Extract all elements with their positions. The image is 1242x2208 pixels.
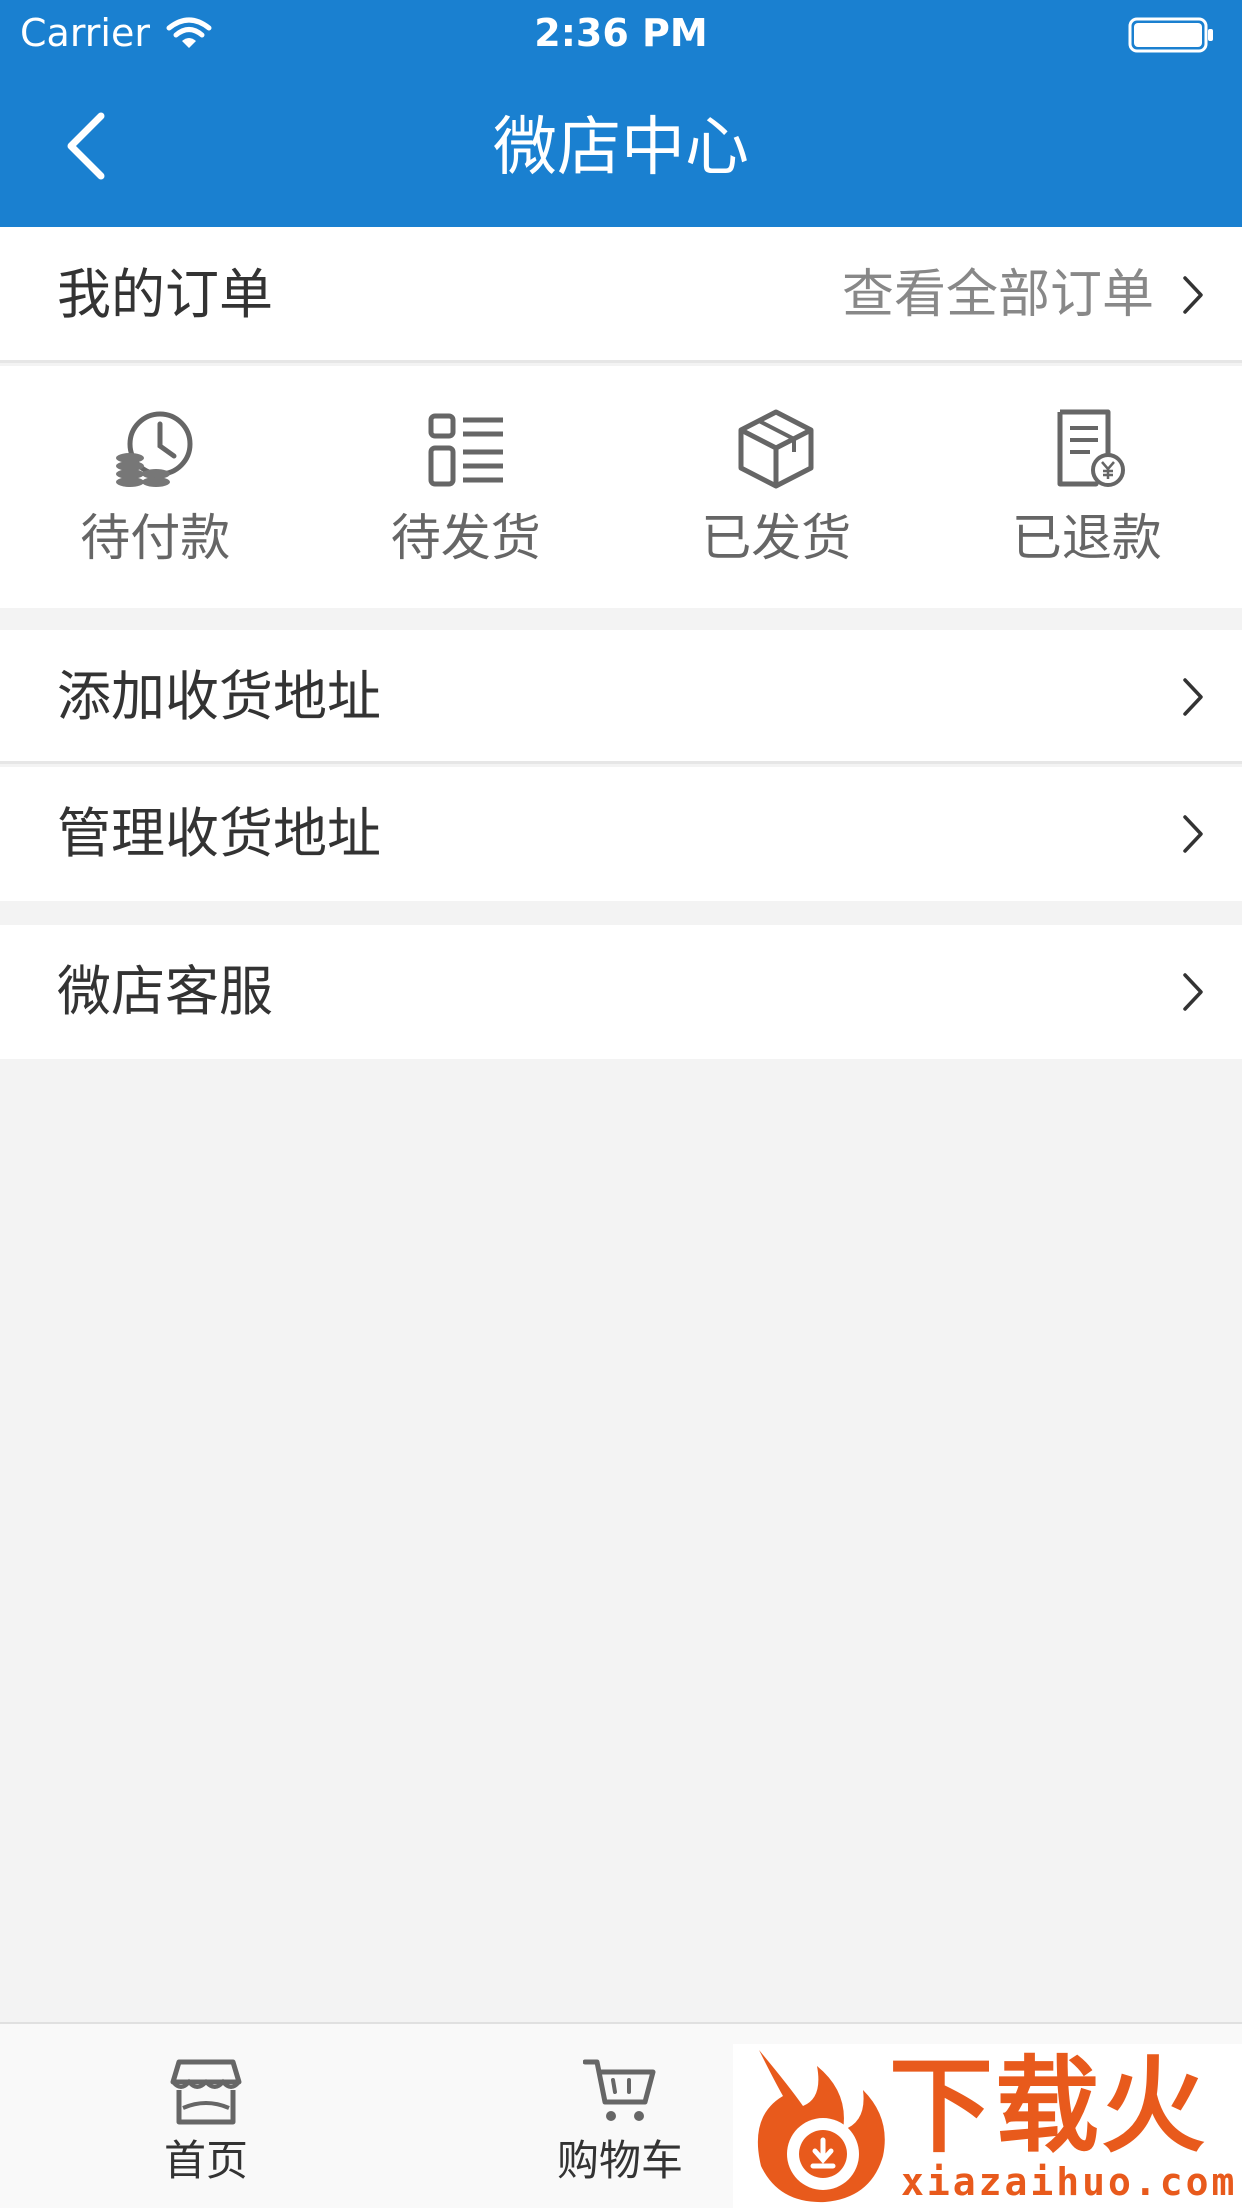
flame-logo-icon [757,2050,885,2203]
status-label: 待付款 [80,509,231,567]
header: Carrier 2:36 PM 微店中心 [0,0,1242,227]
tab-label: 购物车 [556,2136,683,2185]
status-time: 2:36 PM [534,11,708,55]
box-icon [738,409,814,489]
chevron-right-icon [1183,276,1203,314]
view-all-orders-link[interactable]: 查看全部订单 [842,264,1154,326]
status-pending-shipment[interactable]: 待发货 [311,366,622,608]
status-pending-payment[interactable]: 待付款 [0,366,311,608]
status-label: 待发货 [390,509,541,567]
status-refunded[interactable]: 已退款 [932,366,1242,608]
list-icon [428,413,503,487]
cart-icon [583,2059,656,2121]
status-label: 已发货 [701,509,852,567]
nav-bar: 微店中心 [0,66,1242,227]
manage-address-row[interactable]: 管理收货地址 [0,767,1242,901]
store-icon [170,2059,242,2125]
status-bar: Carrier 2:36 PM [0,0,1242,66]
tab-cart[interactable]: 购物车 [480,2024,760,2208]
tab-label: 首页 [163,2136,248,2185]
watermark: 下载火 xiazaihuo.com [733,2044,1242,2208]
watermark-brand: 下载火 [889,2045,1208,2167]
status-label: 已退款 [1011,509,1162,567]
watermark-url: xiazaihuo.com [901,2160,1238,2204]
my-orders-row[interactable]: 我的订单 查看全部订单 [0,227,1242,363]
manage-address-label: 管理收货地址 [57,802,381,865]
my-orders-label: 我的订单 [57,263,273,326]
tab-home[interactable]: 首页 [66,2024,346,2208]
order-status-grid: 待付款 待发货 已发货 已退款 [0,366,1242,608]
customer-service-row[interactable]: 微店客服 [0,925,1242,1059]
page-title: 微店中心 [493,111,749,185]
status-shipped[interactable]: 已发货 [621,366,932,608]
chevron-right-icon [1183,973,1203,1011]
refund-doc-icon [1057,409,1125,487]
screen: Carrier 2:36 PM 微店中心 我的订单 查看全部订单 待付款 待发货… [0,0,1242,2208]
customer-service-label: 微店客服 [57,960,273,1023]
chevron-right-icon [1183,678,1203,716]
chevron-right-icon [1183,815,1203,853]
add-address-row[interactable]: 添加收货地址 [0,630,1242,764]
clock-coins-icon [116,411,193,487]
battery-icon [1128,17,1213,53]
add-address-label: 添加收货地址 [57,665,381,728]
